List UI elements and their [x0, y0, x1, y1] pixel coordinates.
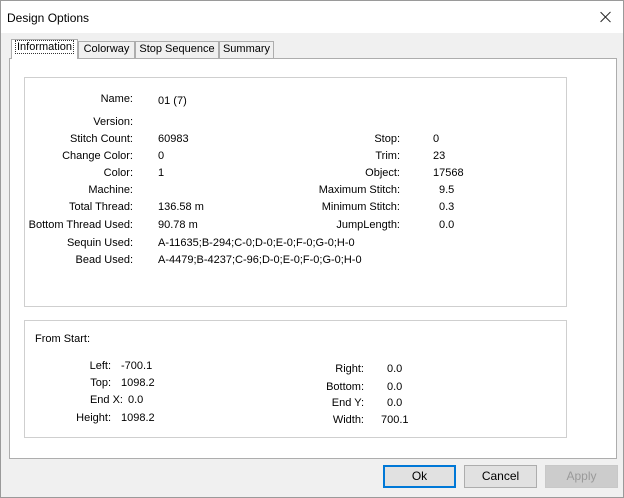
- stitch-count-value: 60983: [158, 133, 189, 145]
- from-start-heading: From Start:: [35, 333, 91, 345]
- tab-information[interactable]: Information: [11, 39, 78, 59]
- left-label: Left:: [89, 360, 111, 372]
- width-value: 700.1: [381, 414, 409, 426]
- minimum-stitch-label: Minimum Stitch:: [321, 201, 400, 213]
- change-color-label: Change Color:: [62, 150, 133, 162]
- ok-button[interactable]: Ok: [383, 465, 456, 488]
- top-label: Top:: [90, 377, 111, 389]
- maximum-stitch-value: 9.5: [439, 184, 455, 196]
- tab-summary[interactable]: Summary: [219, 41, 274, 58]
- end-x-label: End X:: [89, 394, 123, 406]
- color-value: 1: [158, 167, 165, 179]
- from-start-group: From Start: Left: -700.1 Top: 1098.2 End…: [24, 320, 567, 438]
- information-group: Name: 01 (7) Version: Stitch Count: 6098…: [24, 77, 567, 307]
- bottom-label: Bottom:: [326, 381, 364, 393]
- color-label: Color:: [103, 167, 133, 179]
- sequin-used-label: Sequin Used:: [66, 237, 133, 249]
- change-color-value: 0: [158, 150, 165, 162]
- tab-colorway-label: Colorway: [83, 43, 130, 55]
- window-title: Design Options: [7, 11, 90, 25]
- end-y-label: End Y:: [331, 397, 364, 409]
- object-value: 17568: [433, 167, 464, 179]
- maximum-stitch-label: Maximum Stitch:: [318, 184, 400, 196]
- tab-summary-label: Summary: [222, 43, 271, 55]
- sequin-used-value: A-11635;B-294;C-0;D-0;E-0;F-0;G-0;H-0: [158, 237, 355, 249]
- object-label: Object:: [365, 167, 400, 179]
- stop-value: 0: [433, 133, 440, 145]
- design-options-dialog: Design Options Name: 01 (7) Version: Sti…: [0, 0, 624, 498]
- height-label: Height:: [76, 412, 111, 424]
- minimum-stitch-value: 0.3: [439, 201, 455, 213]
- apply-button[interactable]: Apply: [545, 465, 618, 488]
- end-y-value: 0.0: [387, 397, 403, 409]
- jump-length-value: 0.0: [439, 219, 455, 231]
- bead-used-label: Bead Used:: [75, 254, 133, 266]
- bottom-thread-label: Bottom Thread Used:: [28, 219, 133, 231]
- bead-used-value: A-4479;B-4237;C-96;D-0;E-0;F-0;G-0;H-0: [158, 254, 362, 266]
- jump-length-label: JumpLength:: [336, 219, 400, 231]
- total-thread-label: Total Thread:: [68, 201, 133, 213]
- name-label: Name:: [100, 93, 133, 105]
- left-value: -700.1: [121, 360, 153, 372]
- tab-stop-sequence[interactable]: Stop Sequence: [135, 41, 219, 58]
- total-thread-value: 136.58 m: [158, 201, 204, 213]
- top-value: 1098.2: [121, 377, 155, 389]
- name-value: 01 (7): [158, 95, 187, 107]
- width-label: Width:: [332, 414, 364, 426]
- cancel-button[interactable]: Cancel: [464, 465, 537, 488]
- trim-label: Trim:: [375, 150, 400, 162]
- information-tab-panel: Name: 01 (7) Version: Stitch Count: 6098…: [9, 58, 617, 459]
- right-value: 0.0: [387, 363, 403, 375]
- machine-label: Machine:: [88, 184, 133, 196]
- bottom-value: 0.0: [387, 381, 403, 393]
- tab-colorway[interactable]: Colorway: [78, 41, 135, 58]
- close-icon[interactable]: [593, 5, 619, 29]
- title-bar: Design Options: [1, 1, 623, 33]
- tab-information-label: Information: [14, 40, 75, 54]
- tab-stop-sequence-label: Stop Sequence: [139, 43, 215, 55]
- end-x-value: 0.0: [128, 394, 144, 406]
- stop-label: Stop:: [374, 133, 400, 145]
- bottom-thread-value: 90.78 m: [158, 219, 198, 231]
- trim-value: 23: [433, 150, 446, 162]
- right-label: Right:: [335, 363, 364, 375]
- stitch-count-label: Stitch Count:: [70, 133, 133, 145]
- version-label: Version:: [93, 116, 133, 128]
- height-value: 1098.2: [121, 412, 155, 424]
